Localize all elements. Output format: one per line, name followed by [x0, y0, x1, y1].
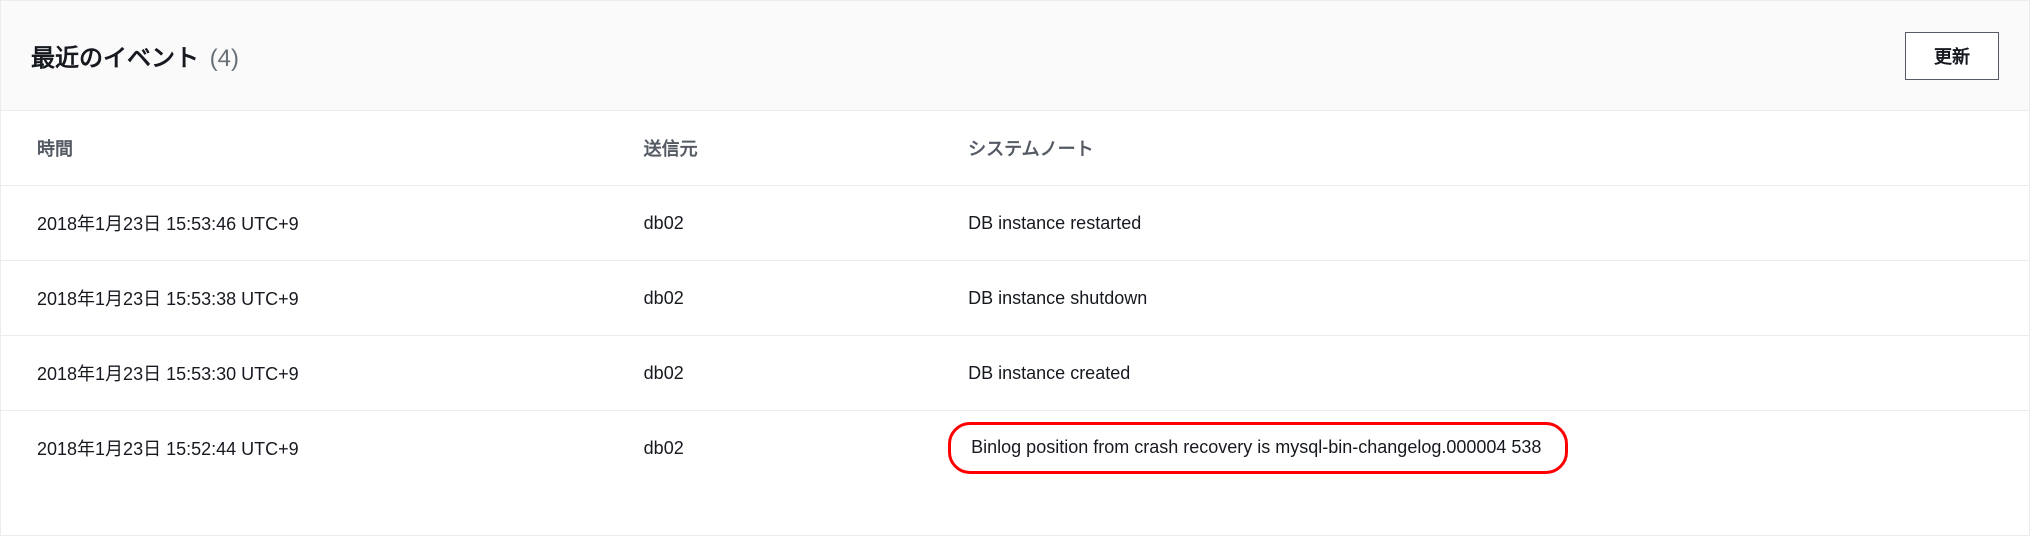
panel-title: 最近のイベント (4)	[31, 38, 239, 73]
cell-note: Binlog position from crash recovery is m…	[954, 411, 2029, 486]
panel-title-text: 最近のイベント	[31, 45, 199, 72]
cell-time: 2018年1月23日 15:53:30 UTC+9	[1, 336, 630, 411]
table-row: 2018年1月23日 15:53:30 UTC+9 db02 DB instan…	[1, 336, 2029, 411]
highlighted-note: Binlog position from crash recovery is m…	[948, 422, 1568, 474]
cell-source: db02	[630, 411, 954, 486]
table-row: 2018年1月23日 15:52:44 UTC+9 db02 Binlog po…	[1, 411, 2029, 486]
panel-event-count: (4)	[210, 45, 239, 72]
table-row: 2018年1月23日 15:53:46 UTC+9 db02 DB instan…	[1, 186, 2029, 261]
cell-source: db02	[630, 261, 954, 336]
panel-header: 最近のイベント (4) 更新	[1, 1, 2029, 111]
recent-events-panel: 最近のイベント (4) 更新 時間 送信元 システムノート 2018年1月23日…	[0, 0, 2030, 536]
cell-note: DB instance shutdown	[954, 261, 2029, 336]
cell-time: 2018年1月23日 15:52:44 UTC+9	[1, 411, 630, 486]
events-table: 時間 送信元 システムノート 2018年1月23日 15:53:46 UTC+9…	[1, 111, 2029, 485]
column-header-time[interactable]: 時間	[1, 111, 630, 186]
column-header-source[interactable]: 送信元	[630, 111, 954, 186]
table-row: 2018年1月23日 15:53:38 UTC+9 db02 DB instan…	[1, 261, 2029, 336]
column-header-note[interactable]: システムノート	[954, 111, 2029, 186]
cell-note: DB instance restarted	[954, 186, 2029, 261]
cell-note: DB instance created	[954, 336, 2029, 411]
cell-source: db02	[630, 186, 954, 261]
refresh-button[interactable]: 更新	[1905, 32, 1999, 80]
cell-time: 2018年1月23日 15:53:46 UTC+9	[1, 186, 630, 261]
cell-time: 2018年1月23日 15:53:38 UTC+9	[1, 261, 630, 336]
cell-source: db02	[630, 336, 954, 411]
table-header-row: 時間 送信元 システムノート	[1, 111, 2029, 186]
